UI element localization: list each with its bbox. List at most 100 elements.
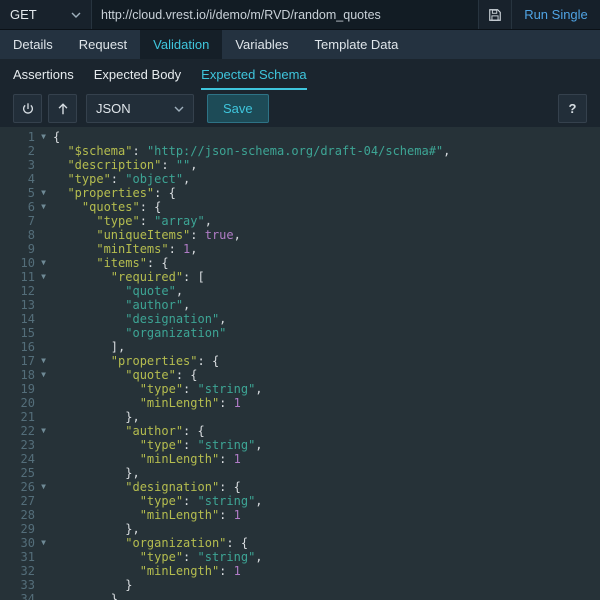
- editor-line[interactable]: 13 "author",: [0, 298, 600, 312]
- subtab-expected-body[interactable]: Expected Body: [94, 59, 181, 90]
- editor-line[interactable]: 32 "minLength": 1: [0, 564, 600, 578]
- fold-marker-icon[interactable]: ▼: [37, 480, 50, 494]
- editor-line[interactable]: 29 },: [0, 522, 600, 536]
- code-token: "properties": [53, 186, 155, 200]
- run-single-button[interactable]: Run Single: [512, 0, 600, 29]
- fold-marker-icon[interactable]: ▼: [37, 270, 50, 284]
- fold-marker-icon[interactable]: ▼: [37, 186, 50, 200]
- line-number: 7: [27, 214, 35, 228]
- line-number: 14: [20, 312, 35, 326]
- editor-line[interactable]: 15 "organization": [0, 326, 600, 340]
- tab-request[interactable]: Request: [66, 30, 140, 59]
- code-token: "type": [53, 494, 184, 508]
- code-text: "properties": {: [50, 354, 219, 368]
- fold-marker-icon[interactable]: ▼: [37, 424, 50, 438]
- editor-line[interactable]: 25 },: [0, 466, 600, 480]
- editor-line[interactable]: 24 "minLength": 1: [0, 452, 600, 466]
- editor-line[interactable]: 14 "designation",: [0, 312, 600, 326]
- schema-code-editor[interactable]: 1 ▼{2 "$schema": "http://json-schema.org/…: [0, 127, 600, 600]
- power-icon: [21, 102, 35, 116]
- editor-line[interactable]: 4 "type": "object",: [0, 172, 600, 186]
- line-number: 15: [20, 326, 35, 340]
- editor-line[interactable]: 3 "description": "",: [0, 158, 600, 172]
- url-input[interactable]: [92, 0, 478, 29]
- editor-line[interactable]: 27 "type": "string",: [0, 494, 600, 508]
- code-token: true: [204, 228, 234, 242]
- code-token: :: [219, 396, 234, 410]
- tab-validation[interactable]: Validation: [140, 30, 223, 59]
- editor-line[interactable]: 20 "minLength": 1: [0, 396, 600, 410]
- line-number: 24: [20, 452, 35, 466]
- editor-line[interactable]: 23 "type": "string",: [0, 438, 600, 452]
- editor-line[interactable]: 17 ▼ "properties": {: [0, 354, 600, 368]
- code-text: "organization": {: [50, 536, 248, 550]
- editor-line[interactable]: 18 ▼ "quote": {: [0, 368, 600, 382]
- line-gutter: 34: [0, 592, 50, 600]
- editor-line[interactable]: 19 "type": "string",: [0, 382, 600, 396]
- editor-line[interactable]: 9 "minItems": 1,: [0, 242, 600, 256]
- code-token: :: [190, 228, 205, 242]
- line-gutter: 17 ▼: [0, 354, 50, 368]
- fold-marker-icon[interactable]: ▼: [37, 536, 50, 550]
- editor-line[interactable]: 34 }: [0, 592, 600, 600]
- code-token: :: [219, 564, 234, 578]
- code-token: "author": [53, 298, 184, 312]
- code-token: "": [175, 158, 191, 172]
- upload-button[interactable]: [48, 94, 77, 123]
- editor-line[interactable]: 11 ▼ "required": [: [0, 270, 600, 284]
- editor-line[interactable]: 10 ▼ "items": {: [0, 256, 600, 270]
- editor-line[interactable]: 28 "minLength": 1: [0, 508, 600, 522]
- code-token: }: [53, 578, 133, 592]
- help-button[interactable]: ?: [558, 94, 587, 123]
- code-token: :: [183, 382, 198, 396]
- fold-marker-icon[interactable]: ▼: [37, 200, 50, 214]
- editor-line[interactable]: 12 "quote",: [0, 284, 600, 298]
- code-token: :: [139, 214, 155, 228]
- code-token: "quotes": [53, 200, 140, 214]
- editor-mode-select[interactable]: JSON: [86, 94, 194, 123]
- editor-line[interactable]: 31 "type": "string",: [0, 550, 600, 564]
- http-method-select[interactable]: GET: [0, 0, 92, 29]
- editor-line[interactable]: 5 ▼ "properties": {: [0, 186, 600, 200]
- code-token: }: [53, 592, 119, 600]
- save-schema-button[interactable]: Save: [207, 94, 269, 123]
- import-button[interactable]: [13, 94, 42, 123]
- tab-variables[interactable]: Variables: [222, 30, 301, 59]
- editor-line[interactable]: 2 "$schema": "http://json-schema.org/dra…: [0, 144, 600, 158]
- editor-line[interactable]: 8 "uniqueItems": true,: [0, 228, 600, 242]
- code-text: {: [50, 130, 60, 144]
- code-token: "string": [197, 494, 256, 508]
- subtab-assertions[interactable]: Assertions: [13, 59, 74, 90]
- fold-marker-icon[interactable]: ▼: [37, 368, 50, 382]
- line-gutter: 29: [0, 522, 50, 536]
- editor-line[interactable]: 22 ▼ "author": {: [0, 424, 600, 438]
- editor-line[interactable]: 6 ▼ "quotes": {: [0, 200, 600, 214]
- fold-marker-icon[interactable]: ▼: [37, 354, 50, 368]
- editor-line[interactable]: 16 ],: [0, 340, 600, 354]
- editor-line[interactable]: 1 ▼{: [0, 130, 600, 144]
- fold-marker-icon[interactable]: ▼: [37, 130, 50, 144]
- save-request-button[interactable]: [478, 0, 512, 29]
- line-gutter: 16: [0, 340, 50, 354]
- tab-template-data[interactable]: Template Data: [302, 30, 412, 59]
- code-token: ,: [190, 158, 198, 172]
- code-token: "author": [53, 424, 184, 438]
- code-text: "quotes": {: [50, 200, 162, 214]
- tab-details[interactable]: Details: [0, 30, 66, 59]
- editor-line[interactable]: 7 "type": "array",: [0, 214, 600, 228]
- line-gutter: 12: [0, 284, 50, 298]
- code-text: "minLength": 1: [50, 396, 241, 410]
- editor-line[interactable]: 33 }: [0, 578, 600, 592]
- code-text: "minLength": 1: [50, 564, 241, 578]
- subtab-expected-schema[interactable]: Expected Schema: [201, 59, 307, 90]
- editor-mode-value: JSON: [96, 101, 131, 116]
- editor-line[interactable]: 26 ▼ "designation": {: [0, 480, 600, 494]
- fold-marker-icon[interactable]: ▼: [37, 256, 50, 270]
- line-gutter: 14: [0, 312, 50, 326]
- line-gutter: 13: [0, 298, 50, 312]
- line-number: 32: [20, 564, 35, 578]
- editor-line[interactable]: 30 ▼ "organization": {: [0, 536, 600, 550]
- editor-line[interactable]: 21 },: [0, 410, 600, 424]
- code-text: "properties": {: [50, 186, 175, 200]
- code-token: "quote": [53, 368, 176, 382]
